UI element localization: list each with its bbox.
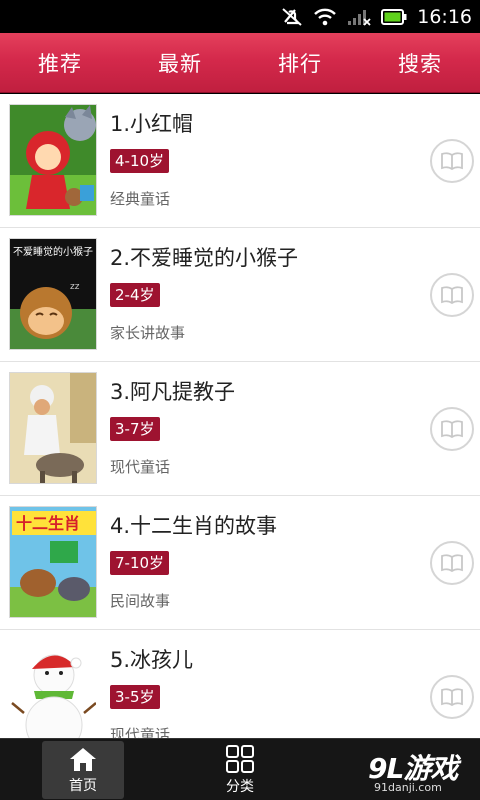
story-cover: 十二生肖 [9,506,97,618]
read-button[interactable] [430,139,474,183]
age-badge: 3-7岁 [110,417,160,441]
cover-text: 十二生肖 [16,514,80,533]
story-cover [9,104,97,216]
svg-text:zz: zz [70,282,80,292]
tab-ranking[interactable]: 排行 [240,33,360,92]
watermark-logo: 9L游戏 91danji.com [368,747,468,795]
grid-icon [226,744,254,773]
watermark-sub: 91danji.com [374,781,442,794]
story-category: 现代童话 [110,726,171,738]
story-list: 1.小红帽 4-10岁 经典童话 不爱睡觉的小猴子 zz 2.不爱睡觉的小猴子 … [0,94,480,738]
story-title: 1.小红帽 [110,112,194,136]
nav-home-button[interactable]: 首页 [42,741,124,799]
cover-text: 不爱睡觉的小猴子 [13,245,93,258]
list-item[interactable]: 3.阿凡提教子 3-7岁 现代童话 [0,362,480,496]
list-item[interactable]: 不爱睡觉的小猴子 zz 2.不爱睡觉的小猴子 2-4岁 家长讲故事 [0,228,480,362]
home-icon [70,747,96,771]
age-badge: 2-4岁 [110,283,160,307]
list-item[interactable]: 5.冰孩儿 3-5岁 现代童话 [0,630,480,738]
nav-category-button[interactable]: 分类 [200,739,280,800]
read-button[interactable] [430,541,474,585]
signal-icon [348,9,371,26]
status-bar: 16:16 [0,0,480,33]
age-badge: 7-10岁 [110,551,170,575]
story-category: 家长讲故事 [110,324,186,342]
story-title: 5.冰孩儿 [110,648,194,672]
list-item[interactable]: 十二生肖 4.十二生肖的故事 7-10岁 民间故事 [0,496,480,630]
story-title: 2.不爱睡觉的小猴子 [110,246,299,270]
clock: 16:16 [417,5,472,28]
tab-search[interactable]: 搜索 [360,33,480,92]
book-icon [441,688,463,706]
story-title: 4.十二生肖的故事 [110,514,278,538]
tab-recommend[interactable]: 推荐 [0,33,120,92]
read-button[interactable] [430,407,474,451]
nav-home-label: 首页 [69,777,97,794]
story-category: 经典童话 [110,190,171,208]
story-title: 3.阿凡提教子 [110,380,236,404]
book-icon [441,554,463,572]
mute-icon [282,7,302,26]
book-icon [441,152,463,170]
read-button[interactable] [430,273,474,317]
book-icon [441,286,463,304]
age-badge: 3-5岁 [110,685,160,709]
story-cover [9,372,97,484]
tab-latest[interactable]: 最新 [120,33,240,92]
nav-category-label: 分类 [226,778,254,795]
story-cover: 不爱睡觉的小猴子 zz [9,238,97,350]
top-tab-bar: 推荐 最新 排行 搜索 [0,33,480,93]
story-category: 现代童话 [110,458,171,476]
bottom-nav: 首页 分类 9L游戏 91danji.com [0,738,480,800]
battery-icon [381,8,407,25]
wifi-icon [314,8,337,25]
story-cover [9,640,97,738]
book-icon [441,420,463,438]
age-badge: 4-10岁 [110,149,170,173]
read-button[interactable] [430,675,474,719]
list-item[interactable]: 1.小红帽 4-10岁 经典童话 [0,94,480,228]
story-category: 民间故事 [110,592,171,610]
